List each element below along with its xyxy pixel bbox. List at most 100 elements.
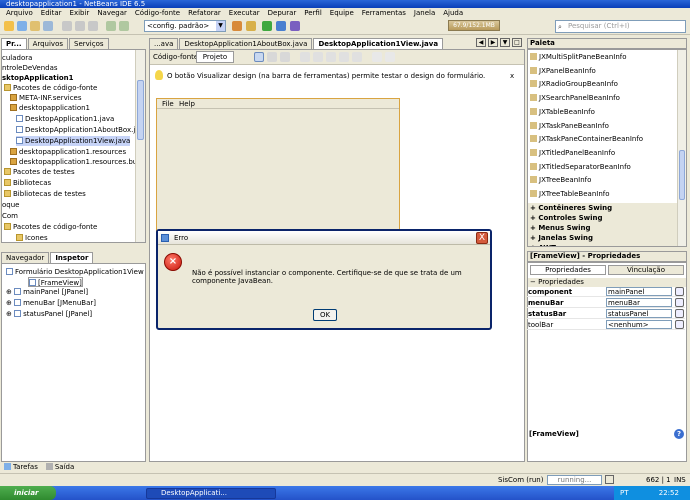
copy-icon[interactable]: [75, 21, 85, 31]
start-button[interactable]: iniciar: [0, 486, 56, 500]
tab-binding[interactable]: Vinculação: [608, 265, 684, 275]
palette-item[interactable]: JXTaskPaneBeanInfo: [530, 121, 609, 131]
align-top-icon[interactable]: [339, 52, 349, 62]
project-tree-item[interactable]: Icones: [16, 233, 48, 242]
expand-icon[interactable]: ⊕: [6, 310, 14, 318]
inspector-tree-item[interactable]: ⊕ menuBar [JMenuBar]: [6, 298, 96, 308]
tab-editor-2[interactable]: DesktopApplication1View.java: [313, 38, 444, 49]
ellipsis-button[interactable]: [675, 298, 684, 307]
palette-section[interactable]: + Menus Swing: [528, 223, 686, 233]
preview-design-icon[interactable]: [280, 52, 290, 62]
inspector-tree-item[interactable]: [FrameView]: [28, 277, 83, 287]
palette-item[interactable]: JXTableBeanInfo: [530, 107, 595, 117]
cut-icon[interactable]: [62, 21, 72, 31]
close-icon[interactable]: X: [476, 232, 488, 244]
align-right-icon[interactable]: [313, 52, 323, 62]
resize-vertical-icon[interactable]: [385, 52, 395, 62]
project-tree-item[interactable]: DesktopApplication1.java: [16, 114, 114, 124]
menu-item-11[interactable]: Janela: [410, 8, 439, 19]
project-tree-item[interactable]: Com: [2, 211, 18, 221]
connection-mode-icon[interactable]: [267, 52, 277, 62]
palette-section[interactable]: + Janelas Swing: [528, 233, 686, 243]
close-hint-icon[interactable]: x: [510, 72, 514, 80]
new-project-icon[interactable]: [4, 21, 14, 31]
project-tree-item[interactable]: oque: [2, 200, 19, 210]
property-value[interactable]: <nenhum>: [606, 320, 672, 329]
build-icon[interactable]: [232, 21, 242, 31]
new-file-icon[interactable]: [17, 21, 27, 31]
inspector-tree-item[interactable]: ⊕ statusPanel [JPanel]: [6, 309, 92, 319]
save-all-icon[interactable]: [43, 21, 53, 31]
resize-horizontal-icon[interactable]: [372, 52, 382, 62]
palette-item[interactable]: JXRadioGroupBeanInfo: [530, 79, 618, 89]
project-tree-item[interactable]: DesktopApplication1View.java: [16, 136, 131, 146]
tab-tasks[interactable]: Tarefas: [4, 463, 38, 471]
menu-item-5[interactable]: Refatorar: [184, 8, 225, 19]
selection-mode-icon[interactable]: [254, 52, 264, 62]
profile-icon[interactable]: [290, 21, 300, 31]
form-menu-file[interactable]: File: [162, 100, 174, 108]
project-tree-item[interactable]: sktopApplication1: [2, 73, 74, 83]
palette-item[interactable]: JXPanelBeanInfo: [530, 66, 596, 76]
tab-navigator-0[interactable]: Navegador: [1, 252, 50, 263]
project-tree-item[interactable]: Pacotes de testes: [4, 167, 75, 177]
scrollbar-thumb[interactable]: [679, 150, 685, 200]
inspector-tree-item[interactable]: ⊕ mainPanel [JPanel]: [6, 287, 88, 297]
project-tree-item[interactable]: Pacotes de código-fonte: [4, 222, 97, 232]
tab-editor-1[interactable]: DesktopApplication1AboutBox.java: [179, 38, 313, 49]
project-tree-item[interactable]: culadora: [2, 53, 32, 63]
expand-icon[interactable]: ⊕: [6, 299, 14, 307]
tab-project-0[interactable]: Pr...: [1, 38, 27, 49]
ellipsis-button[interactable]: [675, 309, 684, 318]
menu-item-0[interactable]: Arquivo: [2, 8, 37, 19]
menu-item-7[interactable]: Depurar: [264, 8, 301, 19]
debug-icon[interactable]: [276, 21, 286, 31]
align-bottom-icon[interactable]: [352, 52, 362, 62]
form-menu-help[interactable]: Help: [179, 100, 195, 108]
ellipsis-button[interactable]: [675, 287, 684, 296]
config-select[interactable]: <config. padrão> ▼: [144, 20, 226, 32]
menu-item-3[interactable]: Navegar: [93, 8, 131, 19]
paste-icon[interactable]: [88, 21, 98, 31]
palette-section[interactable]: + Contêineres Swing: [528, 203, 686, 213]
cancel-task-icon[interactable]: [605, 475, 614, 484]
menu-item-2[interactable]: Exibir: [66, 8, 94, 19]
dialog-titlebar[interactable]: Erro X: [158, 231, 490, 245]
palette-item[interactable]: JXTitledPanelBeanInfo: [530, 148, 615, 158]
tab-editor-0[interactable]: ...ava: [149, 38, 179, 49]
project-tree-item[interactable]: desktopapplication1.resources: [10, 147, 126, 157]
scrollbar-thumb[interactable]: [137, 80, 144, 140]
menu-item-12[interactable]: Ajuda: [439, 8, 467, 19]
project-tree-item[interactable]: ntroleDeVendas: [2, 63, 58, 73]
tab-design[interactable]: Projeto: [196, 51, 234, 63]
align-left-icon[interactable]: [300, 52, 310, 62]
search-input[interactable]: ⌕ Pesquisar (Ctrl+I): [555, 20, 686, 33]
palette-item[interactable]: JXMultiSplitPaneBeanInfo: [530, 52, 627, 62]
palette-item[interactable]: JXTitledSeparatorBeanInfo: [530, 162, 631, 172]
project-tree-item[interactable]: desktopapplication1.resources.busyicons: [10, 157, 145, 167]
menu-item-4[interactable]: Código-fonte: [131, 8, 184, 19]
project-tree-item[interactable]: Bibliotecas: [4, 178, 51, 188]
projects-scrollbar[interactable]: [135, 50, 145, 242]
menu-item-1[interactable]: Editar: [37, 8, 66, 19]
clean-build-icon[interactable]: [246, 21, 256, 31]
menu-item-6[interactable]: Executar: [225, 8, 264, 19]
tab-source[interactable]: Código-fonte: [153, 53, 198, 61]
menu-item-10[interactable]: Ferramentas: [358, 8, 410, 19]
redo-icon[interactable]: [119, 21, 129, 31]
tab-properties[interactable]: Propriedades: [530, 265, 606, 275]
align-center-icon[interactable]: [326, 52, 336, 62]
menu-item-8[interactable]: Perfil: [300, 8, 326, 19]
tab-output[interactable]: Saída: [45, 463, 74, 471]
tab-list-icon[interactable]: ▼: [500, 38, 510, 47]
project-tree-item[interactable]: desktopapplication1: [10, 103, 90, 113]
palette-section[interactable]: + Controles Swing: [528, 213, 686, 223]
undo-icon[interactable]: [106, 21, 116, 31]
project-tree-item[interactable]: Pacotes de código-fonte: [4, 83, 97, 93]
taskbar-window-button[interactable]: DesktopApplicati...: [146, 488, 276, 499]
run-icon[interactable]: [262, 21, 272, 31]
palette-item[interactable]: JXTaskPaneContainerBeanInfo: [530, 134, 643, 144]
ellipsis-button[interactable]: [675, 320, 684, 329]
property-value[interactable]: statusPanel: [606, 309, 672, 318]
tray-language[interactable]: PT: [620, 489, 629, 497]
